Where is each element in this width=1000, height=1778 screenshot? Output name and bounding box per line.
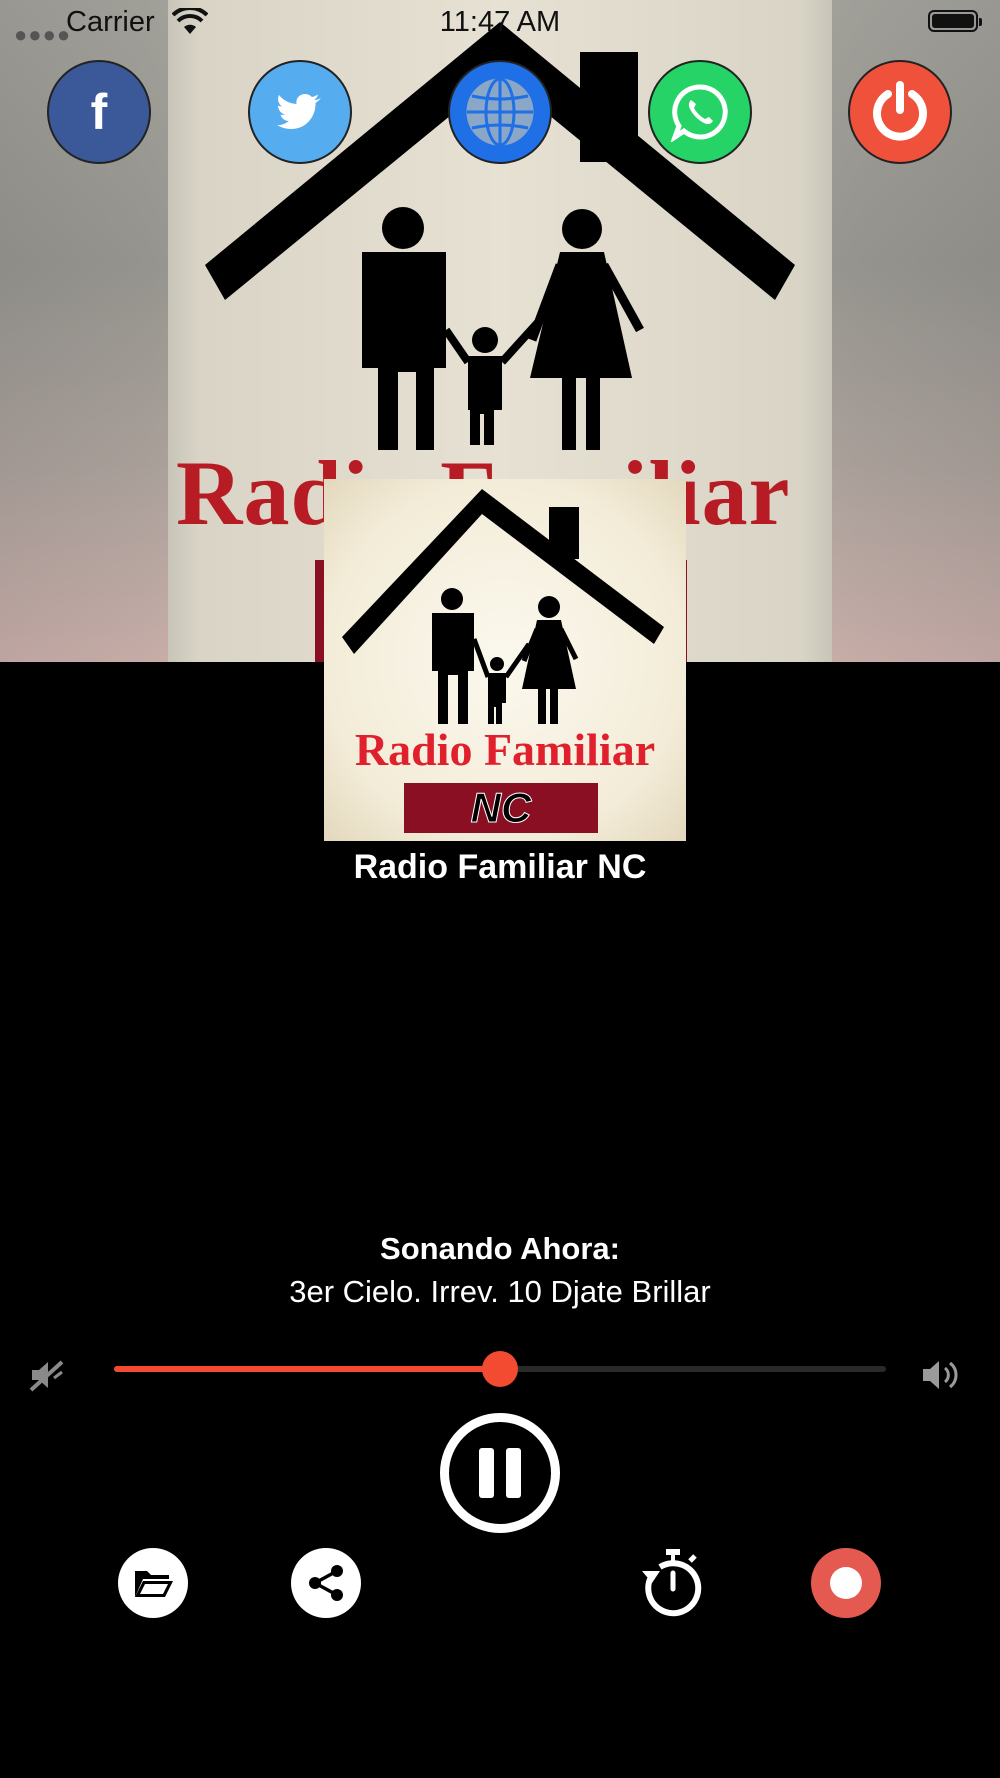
station-name: Radio Familiar NC (353, 848, 647, 886)
whatsapp-button[interactable] (648, 60, 752, 164)
website-button[interactable] (448, 60, 552, 164)
globe-icon (466, 77, 534, 147)
volume-slider[interactable] (114, 1351, 886, 1387)
twitter-button[interactable] (248, 60, 352, 164)
whatsapp-icon (670, 84, 728, 142)
logo-brand-text: Radio Familiar (354, 724, 656, 775)
folder-icon (135, 1571, 173, 1597)
now-playing-track: 3er Cielo. Irrev. 10 Djate Brillar (289, 1274, 711, 1309)
pause-icon-bar (506, 1448, 521, 1498)
station-logo: Radio Familiar NC (324, 479, 686, 841)
record-button[interactable] (811, 1548, 881, 1618)
twitter-icon (277, 94, 321, 129)
now-playing-label: Sonando Ahora: (380, 1231, 620, 1266)
power-icon (873, 81, 927, 141)
facebook-button[interactable]: f (47, 60, 151, 164)
logo-badge: NC (404, 783, 598, 833)
volume-slider-knob[interactable] (482, 1351, 518, 1387)
share-icon (309, 1565, 343, 1601)
volume-slider-fill (114, 1366, 500, 1372)
timer-button[interactable] (638, 1548, 708, 1618)
clock: 11:47 AM (439, 6, 561, 38)
battery-icon (928, 10, 982, 32)
share-button[interactable] (291, 1548, 361, 1618)
pause-icon (479, 1448, 494, 1498)
timer-icon (642, 1549, 702, 1617)
facebook-icon: f (90, 84, 108, 140)
power-button[interactable] (848, 60, 952, 164)
folder-button[interactable] (118, 1548, 188, 1618)
record-icon (830, 1567, 862, 1599)
volume-mute-icon[interactable] (28, 1356, 66, 1394)
pause-button[interactable] (440, 1413, 560, 1533)
volume-max-icon[interactable] (920, 1356, 962, 1394)
logo-badge-text: NC (470, 784, 532, 832)
status-bar: ●●●● Carrier 11:47 AM (0, 0, 1000, 48)
